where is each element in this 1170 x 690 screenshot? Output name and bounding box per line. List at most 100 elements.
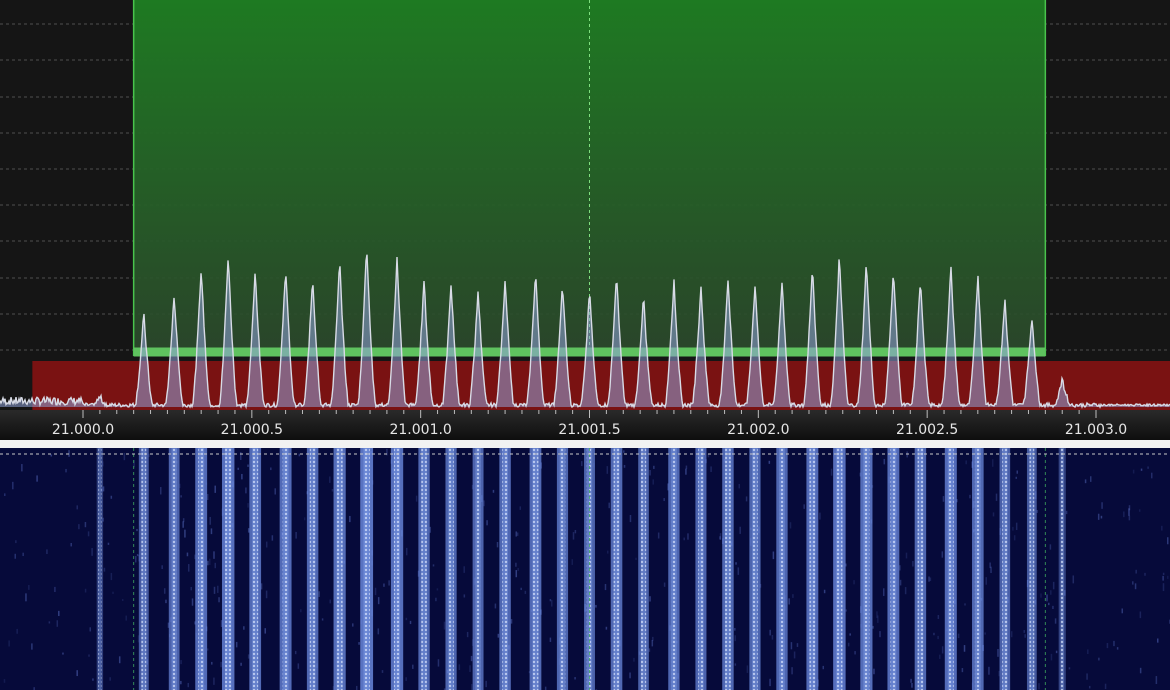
noise-speck bbox=[494, 603, 497, 609]
waterfall-carrier-core bbox=[890, 448, 897, 690]
noise-speck bbox=[469, 665, 471, 672]
noise-speck bbox=[136, 553, 139, 557]
noise-speck bbox=[574, 529, 577, 534]
noise-speck bbox=[788, 598, 790, 605]
waterfall-display[interactable] bbox=[0, 448, 1170, 690]
noise-speck bbox=[1052, 605, 1054, 610]
noise-speck bbox=[929, 577, 932, 582]
noise-speck bbox=[36, 475, 38, 482]
noise-speck bbox=[123, 452, 126, 461]
noise-speck bbox=[190, 586, 192, 591]
spectrum-plot[interactable] bbox=[0, 0, 1170, 410]
waterfall-carrier-core bbox=[836, 448, 843, 690]
noise-speck bbox=[604, 584, 607, 591]
noise-speck bbox=[961, 668, 964, 673]
noise-speck bbox=[160, 487, 162, 495]
noise-speck bbox=[110, 495, 113, 499]
noise-speck bbox=[649, 596, 651, 602]
noise-speck bbox=[1138, 509, 1141, 512]
noise-speck bbox=[1050, 653, 1053, 661]
noise-speck bbox=[1161, 525, 1163, 531]
noise-speck bbox=[50, 454, 53, 457]
noise-speck bbox=[377, 597, 380, 605]
noise-speck bbox=[381, 670, 384, 673]
noise-speck bbox=[734, 627, 736, 631]
noise-speck bbox=[1040, 593, 1042, 598]
noise-speck bbox=[56, 620, 59, 627]
noise-speck bbox=[463, 594, 466, 598]
noise-speck bbox=[629, 672, 631, 679]
noise-speck bbox=[572, 532, 575, 540]
noise-speck bbox=[845, 609, 848, 612]
noise-speck bbox=[187, 682, 190, 688]
noise-speck bbox=[984, 632, 986, 635]
noise-speck bbox=[937, 615, 940, 619]
noise-speck bbox=[497, 633, 500, 638]
noise-speck bbox=[1084, 479, 1087, 484]
waterfall-panel[interactable] bbox=[0, 448, 1170, 690]
noise-speck bbox=[25, 593, 27, 602]
tick-label: 21.002.0 bbox=[727, 422, 789, 438]
noise-speck bbox=[358, 642, 360, 645]
noise-speck bbox=[135, 556, 137, 563]
noise-speck bbox=[933, 632, 935, 636]
noise-speck bbox=[793, 651, 796, 659]
noise-speck bbox=[1097, 513, 1100, 520]
noise-speck bbox=[1101, 502, 1103, 509]
frequency-axis-scale[interactable]: 21.000.0 21.000.5 21.001.0 21.001.5 21.0… bbox=[0, 410, 1170, 440]
noise-speck bbox=[405, 547, 408, 556]
noise-speck bbox=[853, 580, 855, 585]
sdr-display: 21.000.0 21.000.5 21.001.0 21.001.5 21.0… bbox=[0, 0, 1170, 690]
noise-speck bbox=[118, 656, 121, 664]
noise-speck bbox=[519, 506, 522, 510]
noise-speck bbox=[1036, 510, 1039, 513]
noise-speck bbox=[1144, 572, 1146, 576]
noise-speck bbox=[243, 626, 245, 630]
noise-speck bbox=[790, 642, 793, 650]
noise-speck bbox=[549, 599, 552, 602]
noise-speck bbox=[997, 649, 999, 657]
noise-speck bbox=[635, 557, 637, 560]
waterfall-carrier-core bbox=[613, 448, 620, 690]
noise-speck bbox=[745, 496, 748, 502]
noise-speck bbox=[1135, 569, 1137, 574]
noise-speck bbox=[213, 551, 215, 559]
noise-speck bbox=[549, 637, 552, 642]
frequency-axis[interactable]: 21.000.0 21.000.5 21.001.0 21.001.5 21.0… bbox=[0, 410, 1170, 440]
noise-speck bbox=[1106, 643, 1109, 649]
panel-splitter[interactable] bbox=[0, 440, 1170, 448]
noise-speck bbox=[992, 512, 995, 517]
noise-speck bbox=[1023, 630, 1026, 633]
noise-speck bbox=[241, 473, 243, 480]
tick-label: 21.001.0 bbox=[389, 422, 451, 438]
noise-speck bbox=[247, 528, 250, 533]
noise-speck bbox=[217, 585, 219, 593]
noise-speck bbox=[551, 600, 553, 607]
noise-speck bbox=[899, 579, 902, 586]
noise-speck bbox=[483, 500, 485, 507]
noise-speck bbox=[377, 628, 380, 635]
noise-speck bbox=[466, 631, 469, 638]
noise-speck bbox=[1087, 649, 1089, 655]
spectrum-panel[interactable] bbox=[0, 0, 1170, 410]
noise-speck bbox=[31, 643, 33, 650]
noise-speck bbox=[92, 678, 94, 681]
noise-speck bbox=[303, 517, 306, 521]
noise-speck bbox=[321, 618, 324, 621]
noise-speck bbox=[237, 467, 239, 470]
noise-speck bbox=[995, 493, 998, 501]
noise-speck bbox=[629, 514, 632, 523]
noise-speck bbox=[515, 531, 518, 537]
noise-speck bbox=[209, 516, 211, 525]
noise-speck bbox=[329, 599, 332, 604]
noise-speck bbox=[207, 648, 209, 651]
noise-speck bbox=[516, 532, 519, 536]
noise-speck bbox=[1016, 470, 1019, 474]
waterfall-carrier-core bbox=[336, 448, 343, 690]
noise-speck bbox=[606, 466, 609, 474]
noise-speck bbox=[235, 641, 238, 648]
noise-speck bbox=[329, 476, 331, 483]
noise-speck bbox=[46, 549, 48, 555]
noise-speck bbox=[904, 587, 907, 595]
noise-speck bbox=[297, 663, 300, 669]
